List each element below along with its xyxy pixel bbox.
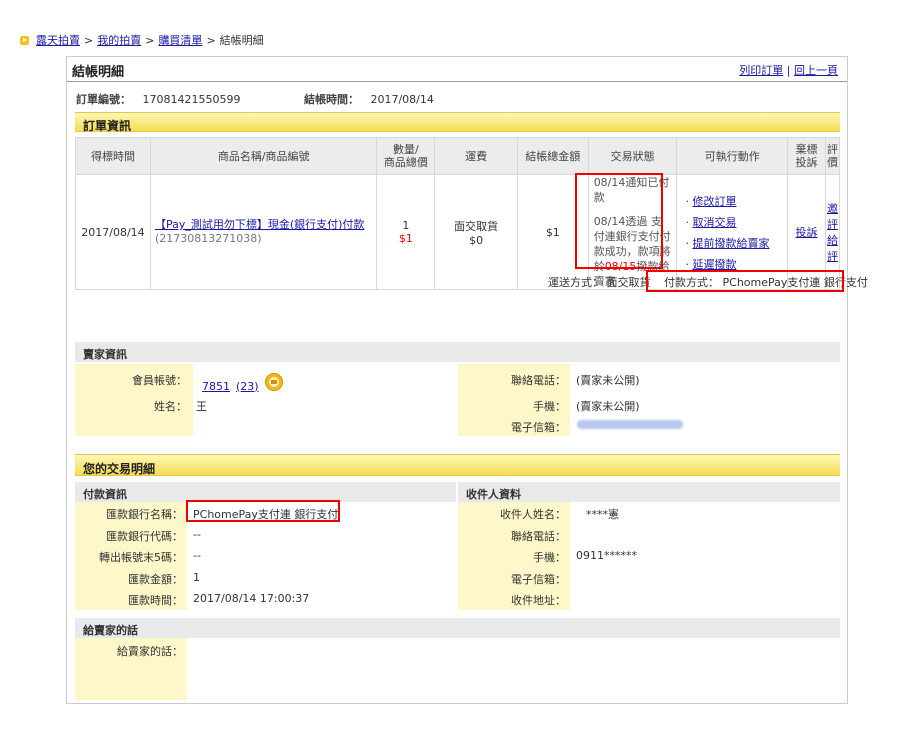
col-product: 商品名稱/商品編號 bbox=[149, 137, 378, 175]
section-order-info: 訂單資訊 bbox=[75, 112, 840, 133]
member-label: 會員帳號： bbox=[132, 374, 187, 387]
breadcrumb-purchase-list[interactable]: 購買清單 bbox=[158, 32, 202, 48]
qty-value: 1 bbox=[402, 219, 410, 232]
shipping-fee: $0 bbox=[469, 233, 484, 247]
col-qty-line1: 數量/ bbox=[392, 143, 419, 156]
seller-email-redacted bbox=[577, 420, 683, 429]
seller-name-label: 姓名： bbox=[154, 400, 187, 413]
col-actions: 可執行動作 bbox=[676, 137, 789, 175]
cancel-deal-link[interactable]: 取消交易 bbox=[692, 216, 736, 229]
order-table: 得標時間 商品名稱/商品編號 數量/ 商品總價 運費 結帳總金額 交易狀態 可執… bbox=[75, 137, 840, 290]
breadcrumb-separator: > bbox=[145, 33, 155, 47]
account-last5-label: 轉出帳號末5碼： bbox=[99, 551, 183, 564]
col-bid-time: 得標時間 bbox=[75, 137, 151, 175]
edit-order-link[interactable]: 修改訂單 bbox=[692, 195, 736, 208]
divider: | bbox=[786, 64, 791, 77]
action-item: · 修改訂單 bbox=[685, 194, 737, 208]
col-abandon-line1: 棄標 bbox=[795, 143, 818, 156]
delay-payout-link[interactable]: 延遲撥款 bbox=[692, 258, 736, 271]
message-label: 給賣家的話： bbox=[117, 645, 183, 658]
bank-name-label: 匯款銀行名稱： bbox=[106, 508, 183, 521]
early-payout-link[interactable]: 提前撥款給賣家 bbox=[692, 237, 769, 250]
section-seller-info: 賣家資訊 bbox=[75, 342, 840, 362]
col-total: 結帳總金額 bbox=[516, 137, 589, 175]
bank-code-value: -- bbox=[193, 528, 201, 541]
shipping-cell: 面交取貨 $0 bbox=[434, 174, 518, 290]
print-order-link[interactable]: 列印訂單 bbox=[739, 64, 783, 77]
breadcrumb-separator: > bbox=[84, 33, 94, 47]
section-your-transaction: 您的交易明細 bbox=[75, 454, 840, 476]
col-rating: 評價 bbox=[825, 137, 840, 175]
section-payment-info: 付款資訊 bbox=[75, 482, 456, 502]
member-value: 7851 (23) bbox=[202, 373, 283, 395]
recipient-mobile-label: 手機： bbox=[533, 551, 566, 564]
bid-time-cell: 2017/08/14 bbox=[75, 174, 151, 290]
price-value: $1 bbox=[398, 232, 413, 245]
product-cell: 【Pay_測試用勿下標】現金(銀行支付)付款 (21730813271038) bbox=[149, 174, 378, 290]
order-no-value: 17081421550599 bbox=[142, 93, 241, 106]
breadcrumb-separator: > bbox=[206, 33, 216, 47]
action-item: · 取消交易 bbox=[685, 215, 737, 229]
member-id-link[interactable]: 7851 bbox=[202, 380, 230, 393]
breadcrumb-ruten-home[interactable]: 露天拍賣 bbox=[36, 32, 80, 48]
complaint-link[interactable]: 投訴 bbox=[796, 226, 818, 239]
invite-rating-link[interactable]: 邀評 bbox=[827, 202, 838, 231]
status-highlight-box bbox=[575, 173, 663, 269]
section-recipient-info: 收件人資料 bbox=[458, 482, 840, 502]
breadcrumb: 露天拍賣 > 我的拍賣 > 購買清單 > 結帳明細 bbox=[20, 32, 264, 48]
panel-actions: 列印訂單 | 回上一頁 bbox=[739, 62, 838, 78]
seller-phone-value: (賣家未公開) bbox=[576, 374, 640, 387]
account-last5-value: -- bbox=[193, 549, 201, 562]
recipient-mobile-value: 0911****** bbox=[576, 549, 637, 562]
col-qty: 數量/ 商品總價 bbox=[376, 137, 436, 175]
amount-label: 匯款金額： bbox=[128, 573, 183, 586]
breadcrumb-my-auction[interactable]: 我的拍賣 bbox=[97, 32, 141, 48]
recipient-address-label: 收件地址： bbox=[511, 594, 566, 607]
title-divider bbox=[67, 81, 847, 82]
seller-mobile-label: 手機： bbox=[533, 400, 566, 413]
section-message-to-seller: 給賣家的話 bbox=[75, 618, 840, 638]
order-no-label: 訂單編號： bbox=[76, 93, 131, 106]
ship-method-label: 運送方式： bbox=[548, 276, 603, 289]
transfer-time-label: 匯款時間： bbox=[128, 594, 183, 607]
seller-email-label: 電子信箱： bbox=[511, 421, 566, 434]
col-qty-line2: 商品總價 bbox=[383, 156, 428, 169]
amount-value: 1 bbox=[193, 571, 200, 584]
col-abandon-line2: 投訴 bbox=[795, 156, 818, 169]
product-id: (21730813271038) bbox=[154, 232, 262, 245]
checkout-time-value: 2017/08/14 bbox=[370, 93, 434, 106]
recipient-name-label: 收件人姓名： bbox=[500, 508, 566, 521]
table-header-row: 得標時間 商品名稱/商品編號 數量/ 商品總價 運費 結帳總金額 交易狀態 可執… bbox=[75, 137, 840, 175]
breadcrumb-current: 結帳明細 bbox=[219, 34, 264, 47]
member-score-link[interactable]: (23) bbox=[236, 380, 259, 393]
seller-name-value: 王 bbox=[196, 400, 207, 413]
bank-code-label: 匯款銀行代碼： bbox=[106, 530, 183, 543]
col-shipping: 運費 bbox=[434, 137, 518, 175]
seller-mobile-value: (賣家未公開) bbox=[576, 400, 640, 413]
col-abandon: 棄標 投訴 bbox=[787, 137, 826, 175]
product-name-link[interactable]: 【Pay_測試用勿下標】現金(銀行支付)付款 bbox=[155, 218, 364, 231]
order-info-line: 訂單編號： 17081421550599 結帳時間： 2017/08/14 bbox=[76, 91, 434, 107]
transfer-time-value: 2017/08/14 17:00:37 bbox=[193, 592, 310, 605]
give-rating-link[interactable]: 給評 bbox=[827, 234, 838, 263]
ship-method-value: 面交取貨 bbox=[606, 276, 651, 289]
badge-icon bbox=[264, 373, 283, 391]
recipient-email-label: 電子信箱： bbox=[511, 573, 566, 586]
back-link[interactable]: 回上一頁 bbox=[794, 64, 838, 77]
page-title: 結帳明細 bbox=[72, 65, 125, 80]
recipient-name-value: ****憲 bbox=[586, 508, 619, 521]
payment-highlight-box bbox=[646, 270, 844, 292]
recipient-phone-label: 聯絡電話： bbox=[511, 530, 566, 543]
qty-cell: 1 $1 bbox=[376, 174, 436, 290]
action-item: · 提前撥款給賣家 bbox=[685, 236, 770, 250]
checkout-time-label: 結帳時間： bbox=[303, 93, 359, 106]
seller-phone-label: 聯絡電話： bbox=[511, 374, 566, 387]
bank-highlight-box bbox=[186, 500, 340, 522]
arrow-right-icon bbox=[20, 35, 29, 45]
col-status: 交易狀態 bbox=[587, 137, 678, 175]
shipping-method: 面交取貨 bbox=[454, 219, 499, 233]
